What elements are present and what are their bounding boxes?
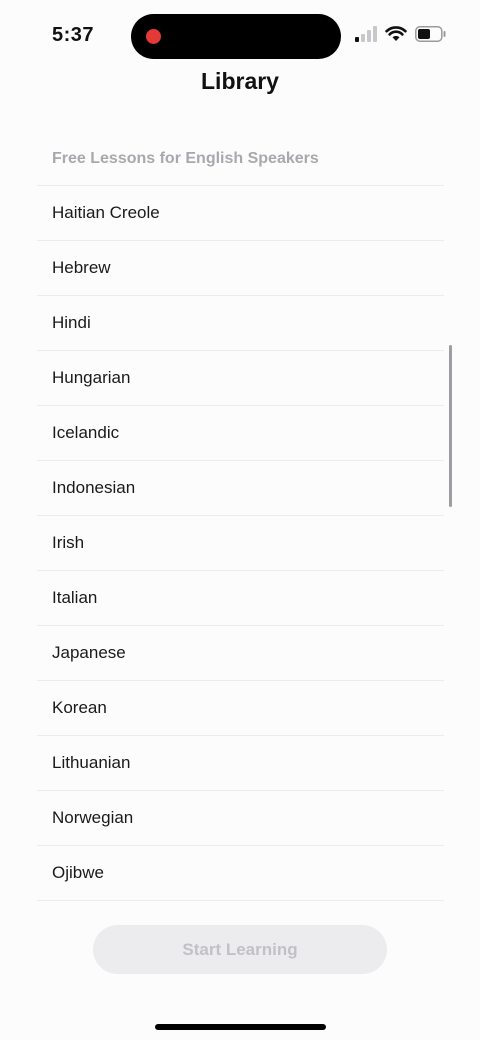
- signal-icon: [355, 26, 377, 42]
- status-time: 5:37: [52, 24, 95, 46]
- list-item-ojibwe[interactable]: Ojibwe: [37, 846, 444, 901]
- dynamic-island: [131, 14, 341, 59]
- list-item-hungarian[interactable]: Hungarian: [37, 351, 444, 406]
- home-indicator[interactable]: [155, 1024, 326, 1030]
- wifi-icon: [385, 26, 407, 42]
- battery-icon: [415, 26, 446, 42]
- status-icons: [355, 26, 446, 42]
- list-item-irish[interactable]: Irish: [37, 516, 444, 571]
- scroll-indicator[interactable]: [449, 345, 452, 507]
- start-learning-button[interactable]: Start Learning: [93, 925, 387, 974]
- language-list: Haitian Creole Hebrew Hindi Hungarian Ic…: [37, 185, 444, 901]
- list-item-indonesian[interactable]: Indonesian: [37, 461, 444, 516]
- list-item-korean[interactable]: Korean: [37, 681, 444, 736]
- list-item-italian[interactable]: Italian: [37, 571, 444, 626]
- list-item-icelandic[interactable]: Icelandic: [37, 406, 444, 461]
- list-item-japanese[interactable]: Japanese: [37, 626, 444, 681]
- list-item-hindi[interactable]: Hindi: [37, 296, 444, 351]
- list-item-norwegian[interactable]: Norwegian: [37, 791, 444, 846]
- page-title: Library: [201, 68, 279, 94]
- section-header: Free Lessons for English Speakers: [52, 150, 319, 167]
- list-item-hebrew[interactable]: Hebrew: [37, 241, 444, 296]
- recording-indicator-icon: [146, 29, 161, 44]
- list-item-lithuanian[interactable]: Lithuanian: [37, 736, 444, 791]
- list-item-haitian-creole[interactable]: Haitian Creole: [37, 186, 444, 241]
- library-screen: 5:37 Library Free Lessons for English Sp…: [0, 0, 480, 1040]
